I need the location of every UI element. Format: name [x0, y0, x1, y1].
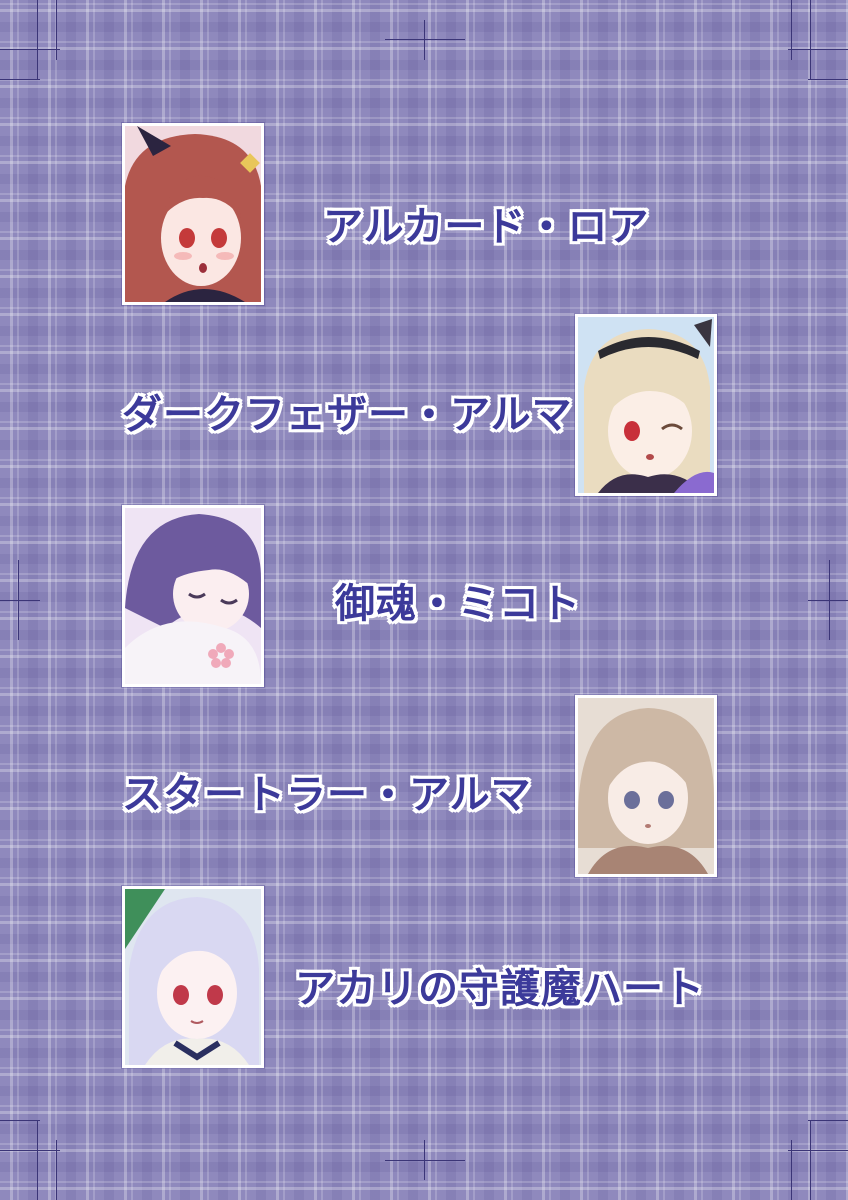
portrait-illustration	[125, 889, 261, 1065]
character-name: ダークフェザー・アルマ	[122, 392, 573, 438]
character-portrait	[122, 505, 264, 687]
character-portrait	[575, 695, 717, 877]
crop-mark	[791, 0, 792, 60]
crop-mark	[788, 1150, 848, 1151]
crop-mark	[56, 1140, 57, 1200]
crop-mark	[788, 49, 848, 50]
register-mark	[424, 1140, 425, 1180]
crop-mark	[37, 0, 38, 80]
register-mark	[829, 560, 830, 640]
crop-mark	[810, 0, 811, 80]
character-name: スタートラー・アルマ	[122, 772, 532, 818]
crop-mark	[808, 79, 848, 80]
character-name: アカリの守護魔ハート	[295, 966, 705, 1012]
crop-mark	[56, 0, 57, 60]
register-mark	[808, 600, 848, 601]
crop-mark	[808, 1120, 848, 1121]
crop-mark	[37, 1120, 38, 1200]
register-mark	[385, 39, 465, 40]
character-portrait	[122, 886, 264, 1068]
register-mark	[18, 560, 19, 640]
crop-mark	[0, 49, 60, 50]
crop-mark	[0, 1120, 40, 1121]
crop-mark	[0, 1150, 60, 1151]
crop-mark	[810, 1120, 811, 1200]
portrait-illustration	[125, 126, 261, 302]
register-mark	[0, 600, 40, 601]
register-mark	[424, 20, 425, 60]
character-portrait	[575, 314, 717, 496]
character-name: アルカード・ロア	[323, 204, 650, 250]
character-name: 御魂・ミコト	[335, 581, 581, 627]
portrait-illustration	[125, 508, 261, 684]
portrait-illustration	[578, 317, 714, 493]
crop-mark	[791, 1140, 792, 1200]
character-portrait	[122, 123, 264, 305]
portrait-illustration	[578, 698, 714, 874]
register-mark	[385, 1160, 465, 1161]
crop-mark	[0, 79, 40, 80]
